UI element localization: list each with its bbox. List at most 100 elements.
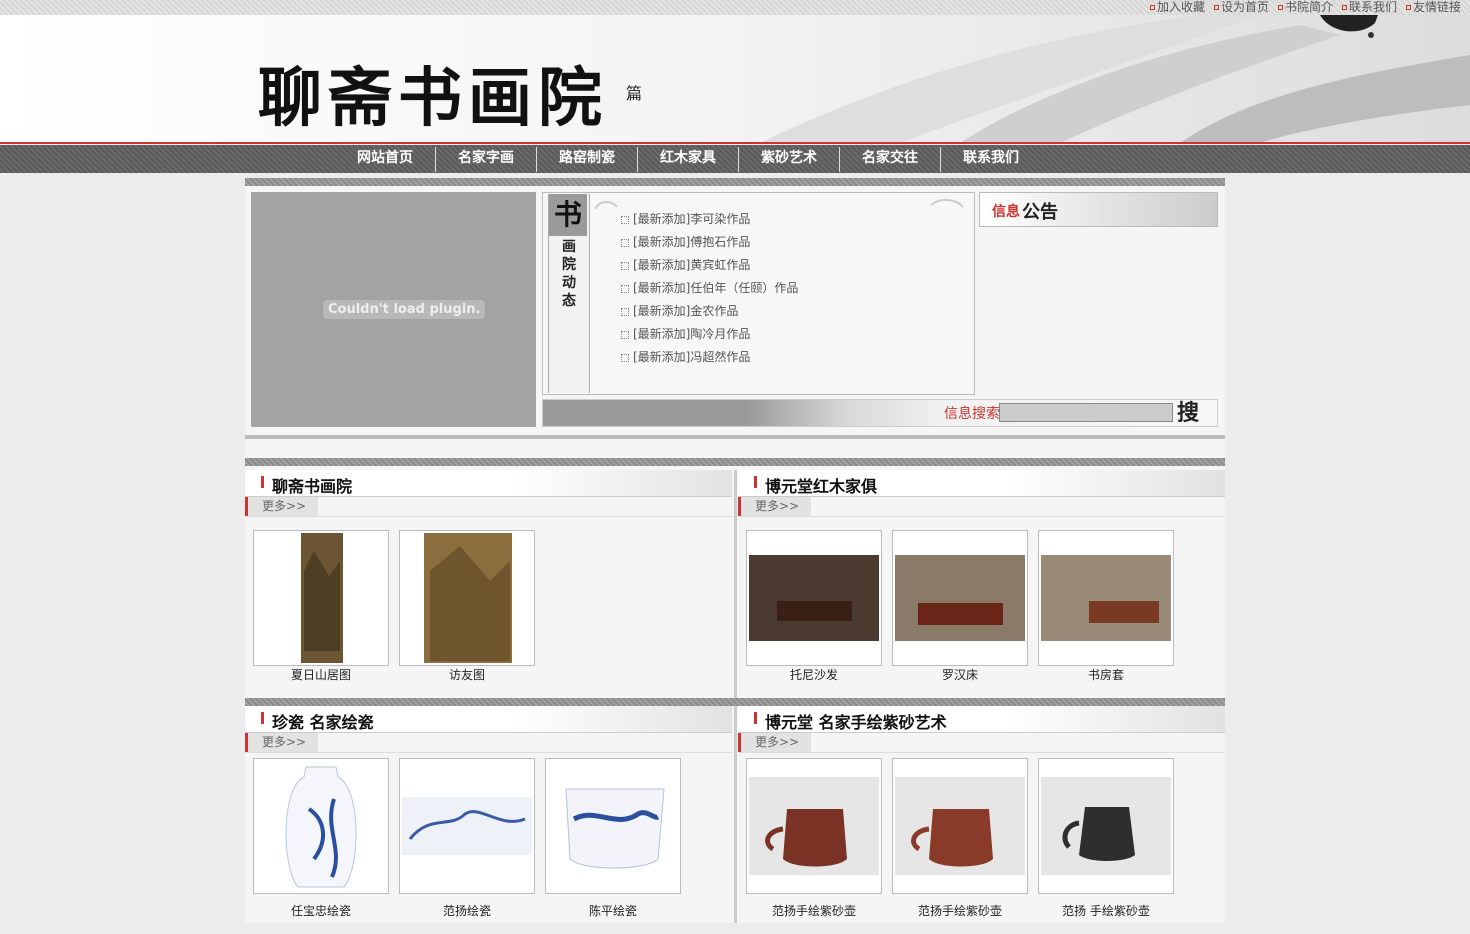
news-item[interactable]: [最新添加]冯超然作品 [621,350,798,373]
section-zisha: 博元堂 名家手绘紫砂艺术 更多>> 范扬手绘紫砂壶 范扬手绘紫砂壶 范扬 手绘紫… [738,706,1225,934]
search-label: 信息搜索 [944,406,1000,422]
thumb-caption[interactable]: 范扬 手绘紫砂壶 [1038,902,1174,919]
news-item-text: [最新添加]任伯年（任颐）作品 [633,281,799,295]
contact-top-link[interactable]: 联系我们 [1342,0,1397,15]
thumb-caption[interactable]: 范扬手绘紫砂壶 [892,902,1028,919]
more-link[interactable]: 更多>> [245,497,318,516]
section-divider [734,470,737,698]
porcelain-image [285,766,357,888]
nav-contact[interactable]: 联系我们 [941,145,1041,173]
search-button[interactable]: 搜 [1177,400,1215,426]
thumb-arhat-bed[interactable] [892,530,1028,666]
thumb-sofa[interactable] [746,530,882,666]
more-link[interactable]: 更多>> [245,733,318,752]
search-input[interactable] [999,403,1173,422]
section-mark [754,712,757,724]
ink-brush-decoration [0,15,1470,143]
notice-title-part2: 公告 [1022,202,1058,223]
teapot-image [1041,777,1171,875]
nav-home[interactable]: 网站首页 [335,145,435,173]
set-homepage-link[interactable]: 设为首页 [1214,0,1269,15]
thumb-visit-friend[interactable] [399,530,535,666]
section-title: 博元堂 名家手绘紫砂艺术 [765,713,947,732]
news-item-text: [最新添加]陶冷月作品 [633,327,751,341]
thumb-caption[interactable]: 范扬绘瓷 [399,902,535,919]
bullet-icon [621,284,629,293]
news-item-text: [最新添加]冯超然作品 [633,350,751,364]
thumb-teapot-2[interactable] [892,758,1028,894]
news-panel: 书 画 院 动 态 [最新添加]李可染作品 [最新添加]傅抱石作品 [最新添加]… [542,192,975,395]
news-item[interactable]: [最新添加]金农作品 [621,304,798,327]
friend-links-link[interactable]: 友情链接 [1406,0,1461,15]
teapot-image [895,777,1025,875]
thumb-bowl[interactable] [545,758,681,894]
notice-title-part1: 信息 [992,204,1020,220]
section-furniture: 博元堂红木家俱 更多>> 托尼沙发 罗汉床 书房套 [738,470,1225,698]
thumb-caption[interactable]: 罗汉床 [892,666,1028,683]
more-link[interactable]: 更多>> [738,497,811,516]
search-bar: 信息搜索 搜 [542,399,1218,427]
news-item[interactable]: [最新添加]黄宾虹作品 [621,258,798,281]
news-title-char: 画 [562,239,576,255]
thumb-vase[interactable] [253,758,389,894]
nav-calligraphy[interactable]: 名家字画 [436,145,536,173]
painting-image [424,533,512,663]
more-link[interactable]: 更多>> [738,733,811,752]
intro-link[interactable]: 书院简介 [1278,0,1333,15]
bullet-icon [621,238,629,247]
plugin-error-message: Couldn't load plugin. [323,300,486,319]
nav-masters[interactable]: 名家交往 [840,145,940,173]
nav-porcelain[interactable]: 路窑制瓷 [537,145,637,173]
news-item[interactable]: [最新添加]陶冷月作品 [621,327,798,350]
thumb-caption[interactable]: 访友图 [399,666,535,683]
teapot-image [749,777,879,875]
section-mark [261,712,264,724]
section-mark [261,476,264,488]
news-item[interactable]: [最新添加]任伯年（任颐）作品 [621,281,798,304]
bullet-icon [621,261,629,270]
furniture-image [1041,555,1171,641]
thumb-summer-mountain[interactable] [253,530,389,666]
thumb-teapot-1[interactable] [746,758,882,894]
friend-links-label: 友情链接 [1413,0,1462,14]
thumb-caption[interactable]: 任宝忠绘瓷 [253,902,389,919]
bullet-icon [1406,5,1411,10]
thumb-caption[interactable]: 范扬手绘紫砂壶 [746,902,882,919]
thumb-caption[interactable]: 陈平绘瓷 [545,902,681,919]
section-calligraphy: 聊斋书画院 更多>> 夏日山居图 访友图 [245,470,732,698]
furniture-image [749,555,879,641]
news-title-char: 动 [562,275,576,291]
thumb-caption[interactable]: 夏日山居图 [253,666,389,683]
main-nav: 网站首页 名家字画 路窑制瓷 红木家具 紫砂艺术 名家交往 联系我们 [0,145,1470,173]
section-divider [734,706,737,923]
main-content: Couldn't load plugin. 书 画 院 动 态 [最新添加]李可… [245,178,1225,923]
divider-band [245,435,1225,439]
nav-furniture[interactable]: 红木家具 [638,145,738,173]
section-mark [754,476,757,488]
notice-header: 信息 公告 [979,192,1218,227]
set-homepage-label: 设为首页 [1221,0,1270,14]
thumb-teapot-3[interactable] [1038,758,1174,894]
nav-zisha[interactable]: 紫砂艺术 [739,145,839,173]
thumb-study-set[interactable] [1038,530,1174,666]
bullet-icon [1150,5,1155,10]
news-item[interactable]: [最新添加]傅抱石作品 [621,235,798,258]
plugin-area[interactable]: Couldn't load plugin. [251,192,536,427]
bullet-icon [621,215,629,224]
news-item-text: [最新添加]李可染作品 [633,212,751,226]
news-item-text: [最新添加]黄宾虹作品 [633,258,751,272]
bullet-icon [1278,5,1283,10]
bullet-icon [621,353,629,362]
section-header: 聊斋书画院 [245,470,732,497]
news-item-text: [最新添加]傅抱石作品 [633,235,751,249]
add-favorite-link[interactable]: 加入收藏 [1150,0,1205,15]
thumb-plaque[interactable] [399,758,535,894]
thumb-caption[interactable]: 书房套 [1038,666,1174,683]
bullet-icon [1214,5,1219,10]
top-links-bar: 加入收藏 设为首页 书院简介 联系我们 友情链接 [0,0,1470,15]
thumb-caption[interactable]: 托尼沙发 [746,666,882,683]
section-title: 博元堂红木家俱 [765,477,878,496]
news-item[interactable]: [最新添加]李可染作品 [621,212,798,235]
site-logo: 聊斋书画院 [258,61,608,136]
section-band [245,698,1225,706]
